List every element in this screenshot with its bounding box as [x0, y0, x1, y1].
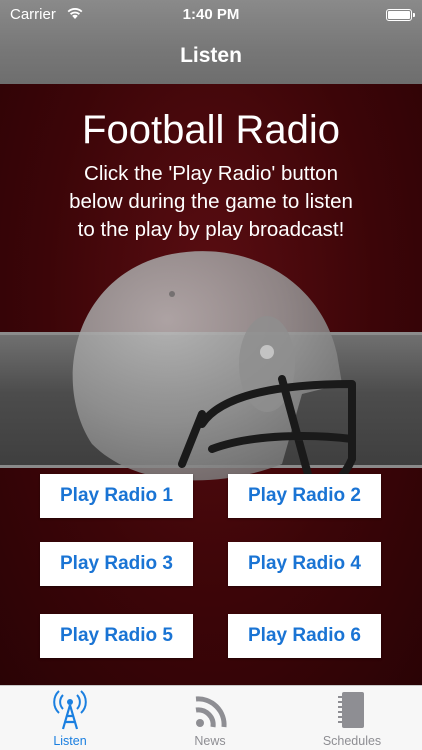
navigation-header: Carrier 1:40 PM Listen — [0, 0, 422, 84]
play-radio-2-button[interactable]: Play Radio 2 — [228, 474, 381, 518]
rss-icon — [195, 696, 227, 728]
play-radio-5-button[interactable]: Play Radio 5 — [40, 614, 193, 658]
tab-listen[interactable]: Listen — [0, 686, 140, 750]
play-radio-6-button[interactable]: Play Radio 6 — [228, 614, 381, 658]
tab-news[interactable]: News — [140, 686, 280, 750]
tab-bar: Listen News Schedules — [0, 685, 422, 750]
play-radio-3-button[interactable]: Play Radio 3 — [40, 542, 193, 586]
tab-news-label: News — [194, 734, 226, 748]
radio-tower-icon — [53, 690, 87, 730]
app-screen: Carrier 1:40 PM Listen Football Radio Cl… — [0, 0, 422, 750]
page-title: Listen — [180, 44, 242, 67]
screen-heading: Football Radio — [82, 108, 340, 152]
play-radio-1-button[interactable]: Play Radio 1 — [40, 474, 193, 518]
battery-icon — [386, 9, 415, 21]
notebook-icon — [338, 692, 364, 728]
clock: 1:40 PM — [182, 6, 240, 23]
play-radio-4-button[interactable]: Play Radio 4 — [228, 542, 381, 586]
tab-schedules[interactable]: Schedules — [282, 686, 422, 750]
football-helmet-icon — [72, 251, 356, 500]
listen-content: Football Radio Click the 'Play Radio' bu… — [0, 84, 422, 685]
instructions-text: Click the 'Play Radio' button below duri… — [69, 162, 353, 241]
tab-schedules-label: Schedules — [322, 734, 382, 748]
tab-listen-label: Listen — [53, 734, 87, 748]
status-bar: Carrier 1:40 PM — [0, 0, 422, 30]
